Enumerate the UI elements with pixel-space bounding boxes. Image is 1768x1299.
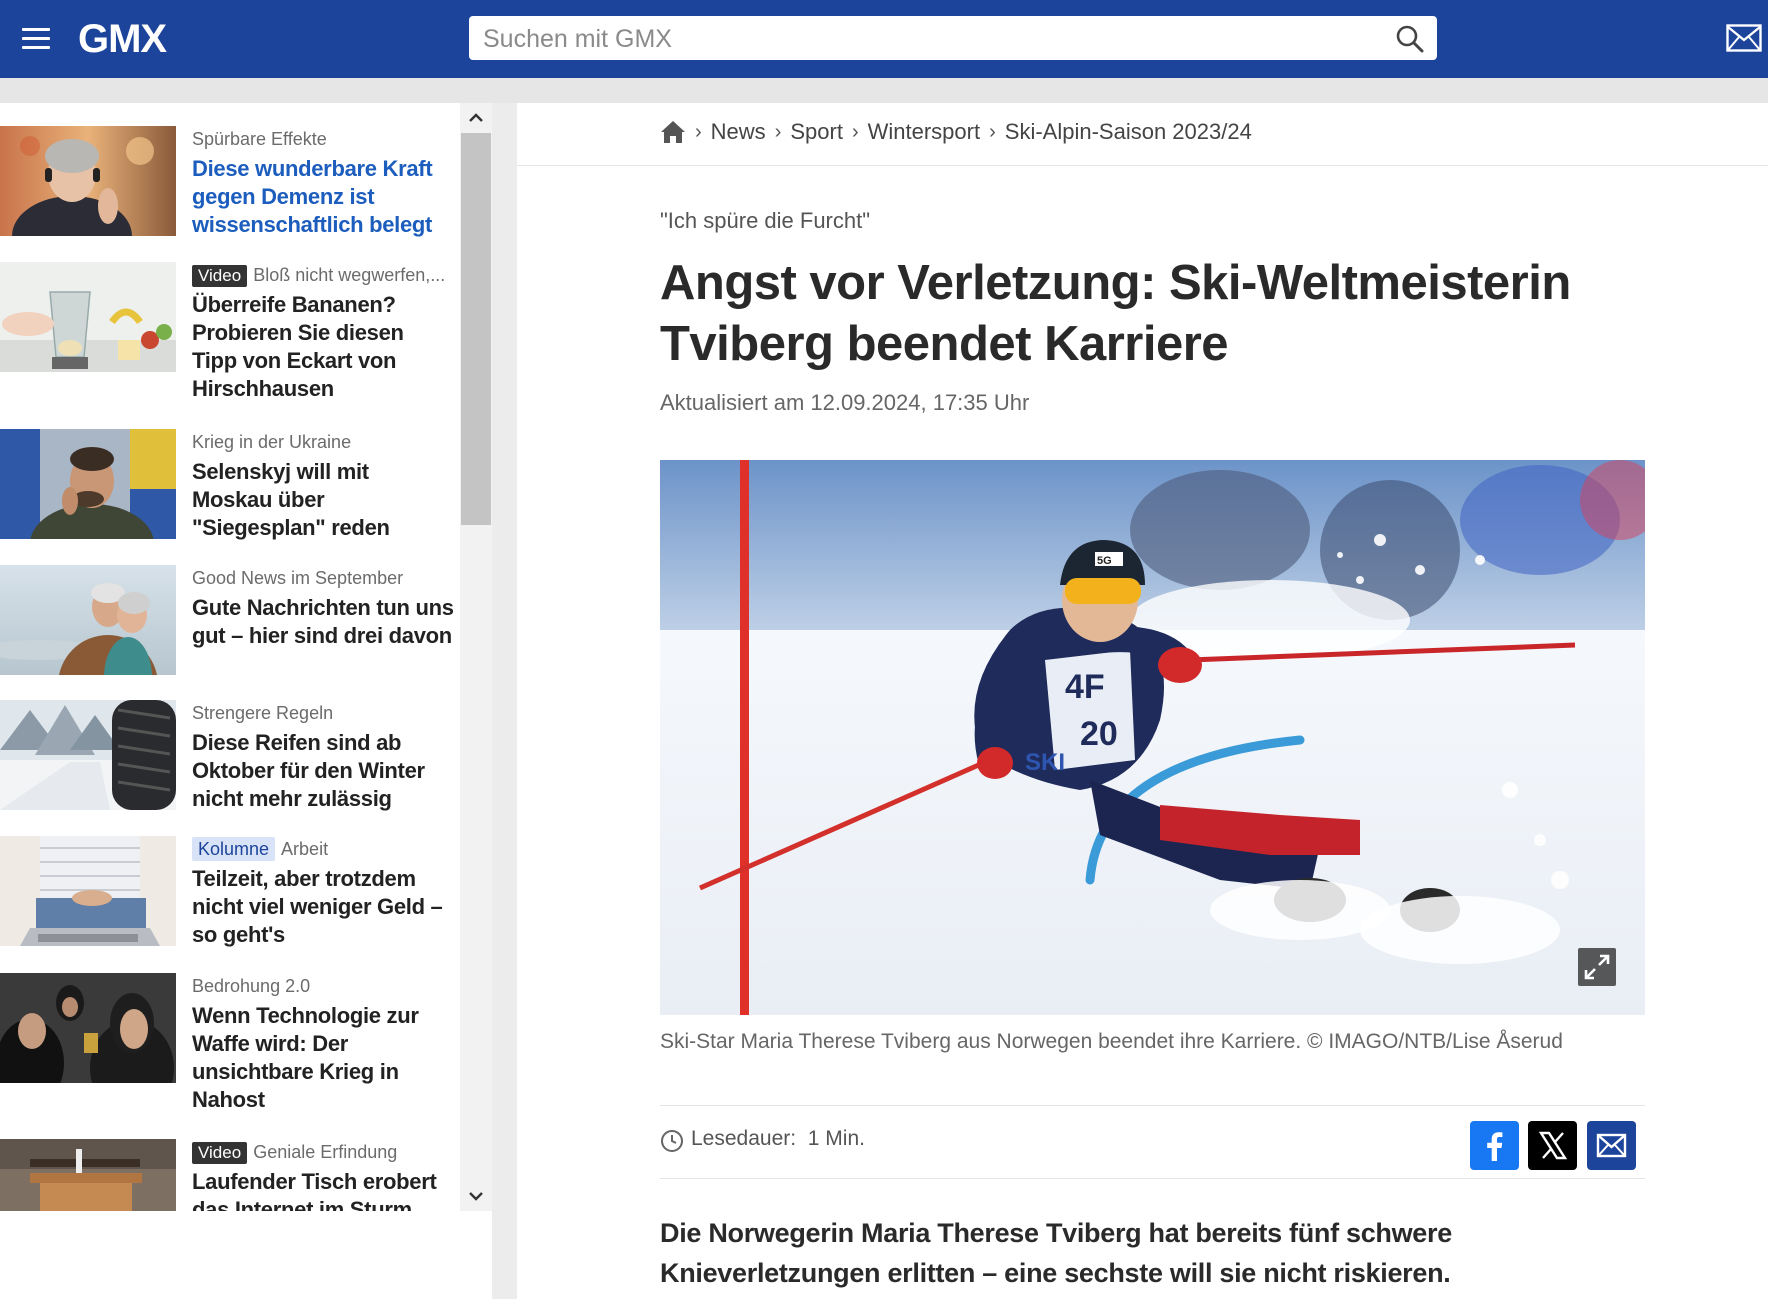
reading-time-value: 1 Min. (807, 1127, 865, 1150)
teaser-kicker: Geniale Erfindung (253, 1142, 398, 1162)
bib-event-text: SKI (1025, 749, 1065, 776)
bib-number-text: 20 (1080, 715, 1118, 753)
teaser-kicker: Bloß nicht wegwerfen,... (253, 265, 446, 285)
facebook-icon (1487, 1132, 1503, 1161)
teaser-kicker: Krieg in der Ukraine (192, 432, 352, 452)
mail-icon[interactable] (1726, 24, 1762, 52)
article-updated: Aktualisiert am 12.09.2024, 17:35 Uhr (660, 390, 1030, 415)
image-caption: Ski-Star Maria Therese Tviberg aus Norwe… (660, 1030, 1563, 1053)
teaser-kicker-row: Video Geniale Erfindung (192, 1139, 454, 1165)
teaser-image-selenskyj (0, 429, 176, 539)
teaser-kicker-row: Kolumne Arbeit (192, 836, 454, 862)
gmx-logo[interactable]: GMX (78, 16, 167, 62)
scrollbar-thumb[interactable] (461, 133, 491, 525)
breadcrumb: › News › Sport › Wintersport › Ski-Alpin… (660, 117, 1252, 147)
teaser-list: Spürbare Effekte Diese wunderbare Kraft … (0, 103, 460, 1211)
news-sidebar: Spürbare Effekte Diese wunderbare Kraft … (0, 103, 517, 1299)
hero-image-skier[interactable]: 4F 20 SKI 5G (660, 460, 1645, 1015)
teaser-image-walking-table (0, 1139, 176, 1211)
teaser-kicker: Arbeit (281, 839, 329, 859)
teaser-kicker: Good News im September (192, 568, 404, 588)
teaser-image-elderly-woman (0, 126, 176, 236)
teaser-headline[interactable]: Überreife Bananen? Probieren Sie diesen … (192, 291, 454, 403)
reading-time: Lesedauer: 1 Min. (691, 1127, 865, 1151)
search-icon[interactable] (1395, 24, 1425, 54)
teaser-kicker-row: Video Bloß nicht wegwerfen,... (192, 262, 454, 288)
teaser-image-blender-bananas (0, 262, 176, 372)
teaser-body: Spürbare Effekte Diese wunderbare Kraft … (192, 126, 454, 239)
helmet-sponsor-text: 5G (1097, 555, 1112, 567)
chevron-right-icon: › (989, 120, 996, 143)
sidebar-scrollbar[interactable] (460, 103, 492, 1211)
teaser-headline[interactable]: Diese wunderbare Kraft gegen Demenz ist … (192, 155, 454, 239)
teaser-image-women-headscarves (0, 973, 176, 1083)
bib-brand-text: 4F (1065, 668, 1105, 706)
teaser-body: Good News im September Gute Nachrichten … (192, 565, 454, 650)
article-main: › News › Sport › Wintersport › Ski-Alpin… (517, 103, 1768, 1299)
teaser-headline[interactable]: Laufender Tisch erobert das Internet im … (192, 1168, 454, 1211)
video-badge: Video (192, 1142, 248, 1164)
mail-icon (1596, 1133, 1627, 1158)
menu-icon[interactable] (22, 28, 50, 50)
article-kicker: "Ich spüre die Furcht" (660, 208, 871, 233)
breadcrumb-wintersport[interactable]: Wintersport (868, 119, 980, 145)
facebook-share-button[interactable] (1470, 1121, 1519, 1170)
mail-share-button[interactable] (1587, 1121, 1636, 1170)
breadcrumb-bar: › News › Sport › Wintersport › Ski-Alpin… (517, 103, 1768, 166)
teaser-headline[interactable]: Wenn Technologie zur Waffe wird: Der uns… (192, 1002, 454, 1114)
x-icon (1538, 1131, 1568, 1160)
breadcrumb-sport[interactable]: Sport (790, 119, 843, 145)
teaser-body: Strengere Regeln Diese Reifen sind ab Ok… (192, 700, 454, 813)
header-divider (0, 78, 1768, 103)
teaser-body: Bedrohung 2.0 Wenn Technologie zur Waffe… (192, 973, 454, 1114)
teaser-body: Kolumne Arbeit Teilzeit, aber trotzdem ni… (192, 836, 454, 949)
top-navigation-bar: GMX (0, 0, 1768, 78)
article-title: Angst vor Verletzung: Ski-Weltmeisterin … (660, 256, 1571, 371)
search-box (469, 16, 1437, 62)
teaser-headline[interactable]: Gute Nachrichten tun uns gut – hier sind… (192, 594, 454, 650)
teaser-body: Video Geniale Erfindung Laufender Tisch e… (192, 1139, 454, 1211)
home-icon[interactable] (660, 119, 686, 145)
scroll-up-icon[interactable] (467, 109, 485, 127)
clock-icon (660, 1129, 684, 1153)
breadcrumb-news[interactable]: News (711, 119, 766, 145)
teaser-headline[interactable]: Diese Reifen sind ab Oktober für den Win… (192, 729, 454, 813)
teaser-kicker: Bedrohung 2.0 (192, 976, 311, 996)
teaser-kicker: Strengere Regeln (192, 703, 334, 723)
scroll-down-icon[interactable] (467, 1187, 485, 1205)
teaser-body: Krieg in der Ukraine Selenskyj will mit … (192, 429, 454, 542)
teaser-image-laptop-work (0, 836, 176, 946)
x-share-button[interactable] (1528, 1121, 1577, 1170)
reading-time-label: Lesedauer: (691, 1127, 797, 1150)
teaser-image-winter-tire (0, 700, 176, 810)
teaser-headline[interactable]: Teilzeit, aber trotzdem nicht viel wenig… (192, 865, 454, 949)
teaser-kicker: Spürbare Effekte (192, 129, 327, 149)
teaser-body: Video Bloß nicht wegwerfen,... Überreife … (192, 262, 454, 403)
breadcrumb-ski-alpin[interactable]: Ski-Alpin-Saison 2023/24 (1005, 119, 1252, 145)
article-meta-row: Lesedauer: 1 Min. (660, 1105, 1645, 1179)
video-badge: Video (192, 265, 248, 287)
article-lead: Die Norwegerin Maria Therese Tviberg hat… (660, 1218, 1452, 1288)
chevron-right-icon: › (851, 120, 859, 143)
expand-icon[interactable] (1578, 948, 1616, 986)
chevron-right-icon: › (774, 120, 782, 143)
chevron-right-icon: › (695, 120, 702, 143)
search-input[interactable] (481, 16, 1345, 62)
teaser-headline[interactable]: Selenskyj will mit Moskau über "Siegespl… (192, 458, 454, 542)
teaser-image-couple (0, 565, 176, 675)
kolumne-badge: Kolumne (192, 837, 276, 861)
